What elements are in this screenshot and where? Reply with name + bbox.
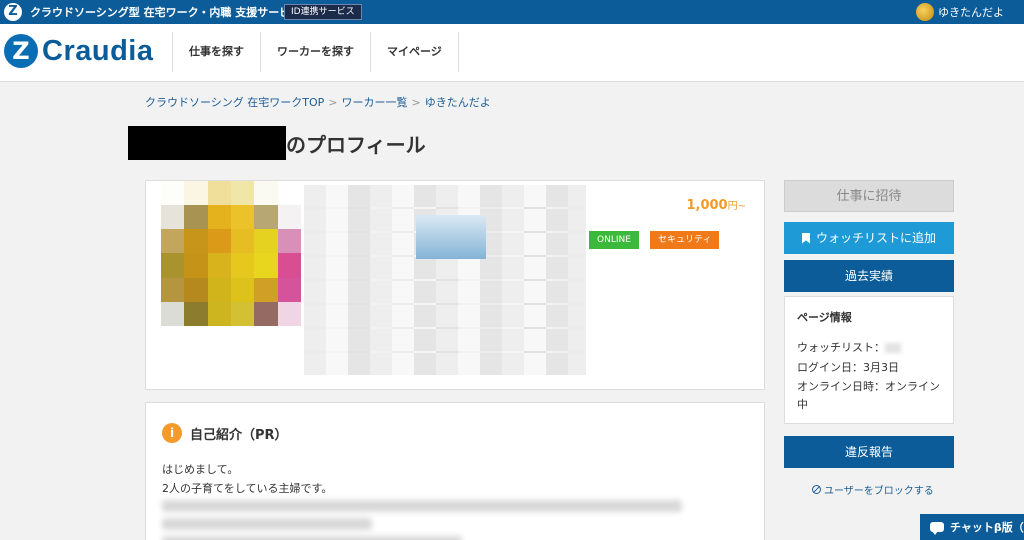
login-date: ログイン日：3月3日 — [797, 361, 899, 374]
breadcrumb: クラウドソーシング 在宅ワークTOP > ワーカー一覧 > ゆきたんだよ — [145, 94, 491, 110]
watchlist-count-row: ウォッチリスト： — [797, 339, 901, 355]
blurred-profile-details — [304, 185, 586, 375]
self-intro-title: 自己紹介（PR） — [190, 427, 288, 443]
hourly-rate: 1,000円~ — [686, 197, 746, 213]
logo-text: Craudia — [42, 34, 154, 67]
profile-avatar — [161, 181, 301, 326]
watchlist-count-label: ウォッチリスト： — [797, 341, 885, 354]
page-title: のプロフィール — [128, 126, 426, 160]
self-intro-line-2: 2人の子育てをしている主婦です。 — [162, 482, 333, 495]
chat-label: チャットβ版（ — [950, 521, 1024, 534]
security-badge: セキュリティ — [650, 231, 720, 249]
profile-card: 1,000円~ ONLINE セキュリティ — [145, 180, 765, 390]
redacted-name — [128, 126, 286, 160]
site-logo[interactable]: Z Craudia — [4, 34, 153, 68]
watchlist-button-label: ウォッチリストに追加 — [815, 231, 936, 245]
nav-my-page[interactable]: マイページ — [371, 32, 459, 72]
blurred-text — [162, 536, 462, 540]
chat-beta-button[interactable]: チャットβ版（ — [920, 514, 1024, 540]
user-name: ゆきたんだよ — [938, 6, 1004, 19]
self-intro-card: i 自己紹介（PR） はじめまして。 2人の子育てをしている主婦です。 — [145, 402, 765, 540]
page-info-box: ページ情報 ウォッチリスト： ログイン日：3月3日 オンライン日時：オンライン … — [784, 296, 954, 424]
block-icon — [812, 485, 821, 494]
invite-to-job-button[interactable]: 仕事に招待 — [784, 180, 954, 212]
online-status-cont: 中 — [797, 398, 808, 411]
user-avatar — [916, 3, 934, 21]
past-work-button[interactable]: 過去実績 — [784, 260, 954, 292]
page-title-text: のプロフィール — [286, 132, 426, 157]
blurred-text — [162, 518, 372, 530]
watchlist-count-blurred — [885, 343, 901, 353]
breadcrumb-worker-list[interactable]: ワーカー一覧 — [342, 96, 408, 109]
logo-mark-icon: Z — [4, 34, 38, 68]
blurred-text — [162, 500, 682, 512]
breadcrumb-separator: > — [328, 96, 338, 109]
online-badge: ONLINE — [589, 231, 639, 249]
page-info-title: ページ情報 — [797, 311, 852, 324]
chat-bubble-icon — [930, 522, 944, 535]
nav-find-workers[interactable]: ワーカーを探す — [261, 32, 371, 72]
bookmark-icon — [801, 232, 810, 244]
self-intro-heading: i 自己紹介（PR） — [162, 423, 288, 443]
rate-unit: 円~ — [727, 201, 746, 212]
service-tagline: クラウドソーシング型 在宅ワーク・内職 支援サービス — [30, 6, 302, 19]
breadcrumb-current: ゆきたんだよ — [424, 96, 491, 109]
brand-icon[interactable]: Z — [4, 3, 22, 21]
block-user-link[interactable]: ユーザーをブロックする — [812, 482, 934, 497]
site-header: Z Craudia 仕事を探す ワーカーを探す マイページ — [0, 24, 1024, 82]
main-nav: 仕事を探す ワーカーを探す マイページ — [172, 32, 459, 72]
rate-value: 1,000 — [686, 198, 728, 213]
id-link-badge[interactable]: ID連携サービス — [284, 4, 362, 20]
breadcrumb-separator: > — [411, 96, 421, 109]
block-user-label: ユーザーをブロックする — [824, 486, 934, 497]
self-intro-line-1: はじめまして。 — [162, 463, 239, 476]
top-bar: Z クラウドソーシング型 在宅ワーク・内職 支援サービス ID連携サービス ゆき… — [0, 0, 1024, 24]
add-to-watchlist-button[interactable]: ウォッチリストに追加 — [784, 222, 954, 254]
report-violation-button[interactable]: 違反報告 — [784, 436, 954, 468]
user-menu[interactable]: ゆきたんだよ — [916, 3, 1004, 21]
nav-find-jobs[interactable]: 仕事を探す — [173, 32, 261, 72]
online-status: オンライン日時：オンライン — [797, 380, 940, 393]
info-icon: i — [162, 423, 182, 443]
breadcrumb-top[interactable]: クラウドソーシング 在宅ワークTOP — [145, 96, 324, 109]
